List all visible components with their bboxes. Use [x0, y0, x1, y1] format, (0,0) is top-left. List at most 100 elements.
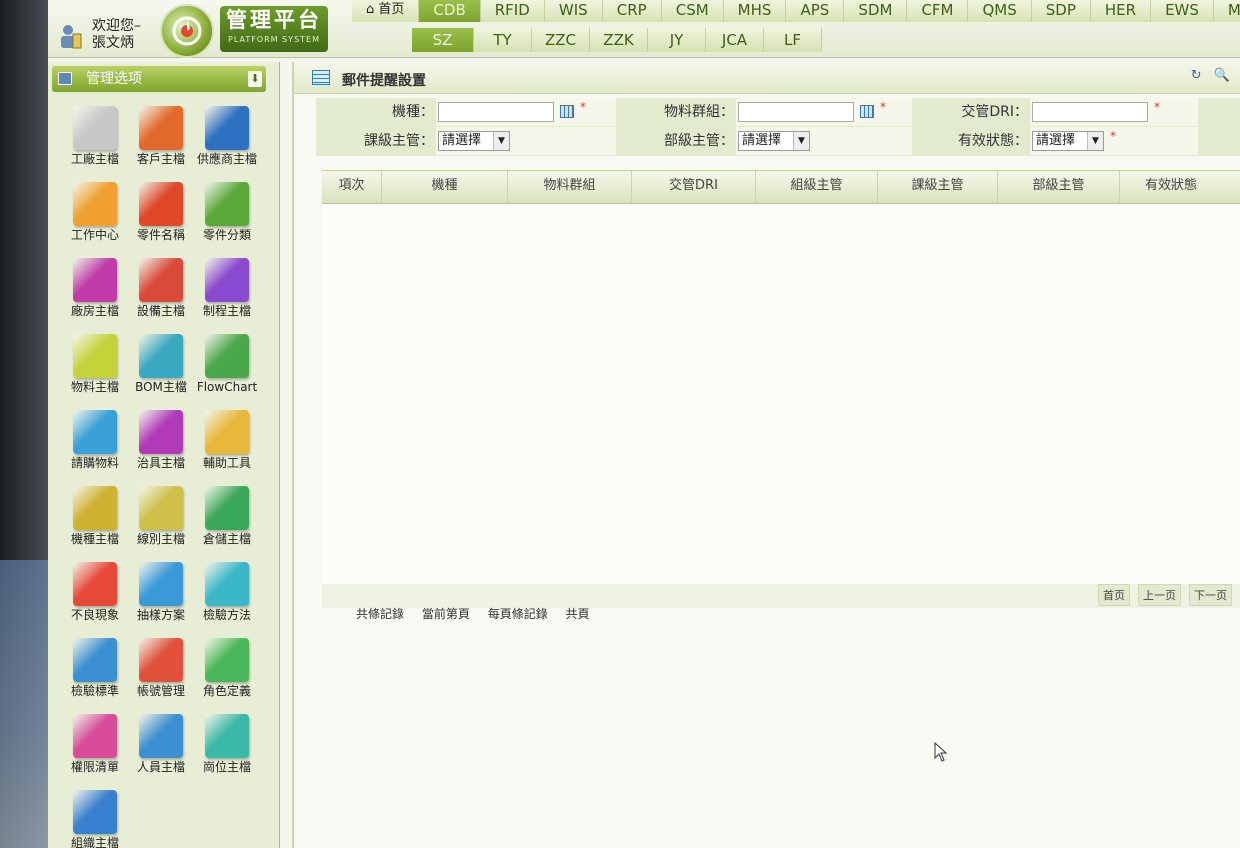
dept-manager-label: 部級主管：	[618, 127, 734, 155]
grid-icon	[312, 70, 330, 85]
module-item[interactable]: 倉儲主檔	[194, 482, 260, 558]
tab-mrp[interactable]: MRP	[1213, 0, 1240, 22]
subtab-sz[interactable]: SZ	[412, 28, 474, 52]
module-item[interactable]: 權限清單	[62, 710, 128, 786]
module-item[interactable]: 客戶主檔	[128, 102, 194, 178]
section-manager-label: 課級主管：	[316, 127, 434, 155]
collapse-icon[interactable]: ⬇	[248, 71, 262, 87]
status-label: 有效狀態：	[914, 127, 1028, 155]
module-item[interactable]: 人員主檔	[128, 710, 194, 786]
tab-csm[interactable]: CSM	[661, 0, 724, 22]
page-title: 郵件提醒設置	[342, 73, 426, 89]
tab-rfid[interactable]: RFID	[480, 0, 545, 22]
module-item[interactable]: 帳號管理	[128, 634, 194, 710]
module-item[interactable]: 廠房主檔	[62, 254, 128, 330]
module-item[interactable]: 檢驗方法	[194, 558, 260, 634]
subtab-lf[interactable]: LF	[764, 28, 822, 52]
subtab-jca[interactable]: JCA	[706, 28, 764, 52]
first-page-button[interactable]: 首页	[1098, 584, 1130, 606]
module-item[interactable]: 供應商主檔	[194, 102, 260, 178]
module-item[interactable]: 制程主檔	[194, 254, 260, 330]
current-page-text: 當前第頁	[421, 607, 470, 621]
line-icon	[139, 486, 183, 530]
module-grid: 工廠主檔 客戶主檔 供應商主檔 工作中心 零件名稱 零件分類廠房主檔 設備主檔 制程主檔物料主…	[62, 102, 262, 848]
material-group-label: 物料群組：	[618, 98, 734, 126]
logo-badge-icon	[160, 4, 214, 58]
status-field-cell: 請選擇 ▼ *	[1030, 127, 1198, 155]
material-group-lookup-icon[interactable]	[860, 105, 874, 118]
warning-icon	[73, 562, 117, 606]
model-input[interactable]	[438, 102, 554, 122]
module-label: 制程主檔	[202, 304, 251, 318]
column-header[interactable]: 物料群組	[508, 171, 632, 203]
module-item[interactable]: 組織主檔	[62, 786, 128, 848]
chevron-down-icon: ▼	[793, 132, 809, 150]
module-item[interactable]: 崗位主檔	[194, 710, 260, 786]
pager-buttons: 首页 上一页 下一页	[1098, 584, 1232, 606]
section-manager-field-cell: 請選擇 ▼	[436, 127, 616, 155]
module-label: 輔助工具	[202, 456, 251, 470]
column-header[interactable]: 機種	[382, 171, 508, 203]
module-item[interactable]: 角色定義	[194, 634, 260, 710]
module-label: 人員主檔	[136, 760, 185, 774]
subtab-ty[interactable]: TY	[474, 28, 532, 52]
module-item[interactable]: 抽樣方案	[128, 558, 194, 634]
tab-cdb[interactable]: CDB	[419, 0, 481, 22]
section-manager-select[interactable]: 請選擇 ▼	[438, 131, 510, 151]
form-row-2: 課級主管： 請選擇 ▼ 部級主管： 請選擇 ▼ 有效狀態： 請選擇 ▼ *	[316, 127, 1240, 155]
tab-her[interactable]: HER	[1090, 0, 1152, 22]
subtab-zzc[interactable]: ZZC	[532, 28, 590, 52]
next-page-button[interactable]: 下一页	[1189, 584, 1232, 606]
tab-mhs[interactable]: MHS	[723, 0, 787, 22]
top-tab-bar: ⌂ 首页 CDB RFID WIS CRP CSM MHS APS SDM CF…	[352, 0, 1240, 22]
module-item[interactable]: 線別主檔	[128, 482, 194, 558]
account-icon	[139, 638, 183, 682]
panel-tools[interactable]: ↻ 🔍	[1191, 68, 1234, 83]
inspect-icon	[205, 562, 249, 606]
tab-qms[interactable]: QMS	[968, 0, 1032, 22]
module-item[interactable]: BOM主檔	[128, 330, 194, 406]
column-header[interactable]: 課級主管	[878, 171, 998, 203]
search-form: 機種： * 物料群組： * 交管DRI： * 課級主管： 請選擇 ▼ 部級主管：…	[316, 98, 1240, 156]
prev-page-button[interactable]: 上一页	[1138, 584, 1181, 606]
module-item[interactable]: 零件名稱	[128, 178, 194, 254]
tab-aps[interactable]: APS	[786, 0, 845, 22]
module-item[interactable]: 輔助工具	[194, 406, 260, 482]
tab-sdm[interactable]: SDM	[844, 0, 908, 22]
module-item[interactable]: 設備主檔	[128, 254, 194, 330]
tab-wis[interactable]: WIS	[544, 0, 603, 22]
module-item[interactable]: 檢驗標準	[62, 634, 128, 710]
pager-info: 共條記錄 當前第頁 每頁條記錄 共頁	[356, 605, 598, 622]
machine-icon	[139, 258, 183, 302]
module-item[interactable]: FlowChart	[194, 330, 260, 406]
column-header[interactable]: 交管DRI	[632, 171, 756, 203]
main-content: 郵件提醒設置 ↻ 🔍 機種： * 物料群組： * 交管DRI： * 課級主管： …	[292, 62, 1240, 848]
module-item[interactable]: 工作中心	[62, 178, 128, 254]
module-label: FlowChart	[196, 380, 258, 394]
column-header[interactable]: 項次	[322, 171, 382, 203]
material-group-input[interactable]	[738, 102, 854, 122]
subtab-zzk[interactable]: ZZK	[590, 28, 648, 52]
tab-crp[interactable]: CRP	[602, 0, 662, 22]
tab-cfm[interactable]: CFM	[907, 0, 969, 22]
column-header[interactable]: 有效狀態	[1120, 171, 1222, 203]
subtab-jy[interactable]: JY	[648, 28, 706, 52]
dept-manager-select[interactable]: 請選擇 ▼	[738, 131, 810, 151]
module-item[interactable]: 治具主檔	[128, 406, 194, 482]
tab-ews[interactable]: EWS	[1151, 0, 1214, 22]
column-header[interactable]: 組級主管	[756, 171, 878, 203]
mouse-cursor-icon	[934, 742, 948, 762]
module-item[interactable]: 零件分類	[194, 178, 260, 254]
tab-home[interactable]: ⌂ 首页	[352, 0, 420, 22]
status-select[interactable]: 請選擇 ▼	[1032, 131, 1104, 151]
module-item[interactable]: 不良現象	[62, 558, 128, 634]
column-header[interactable]: 部級主管	[998, 171, 1120, 203]
module-item[interactable]: 物料主檔	[62, 330, 128, 406]
module-label: 廠房主檔	[70, 304, 119, 318]
module-item[interactable]: 機種主檔	[62, 482, 128, 558]
dri-input[interactable]	[1032, 102, 1148, 122]
tab-sdp[interactable]: SDP	[1031, 0, 1091, 22]
module-item[interactable]: 工廠主檔	[62, 102, 128, 178]
module-item[interactable]: 請購物料	[62, 406, 128, 482]
model-lookup-icon[interactable]	[560, 105, 574, 118]
